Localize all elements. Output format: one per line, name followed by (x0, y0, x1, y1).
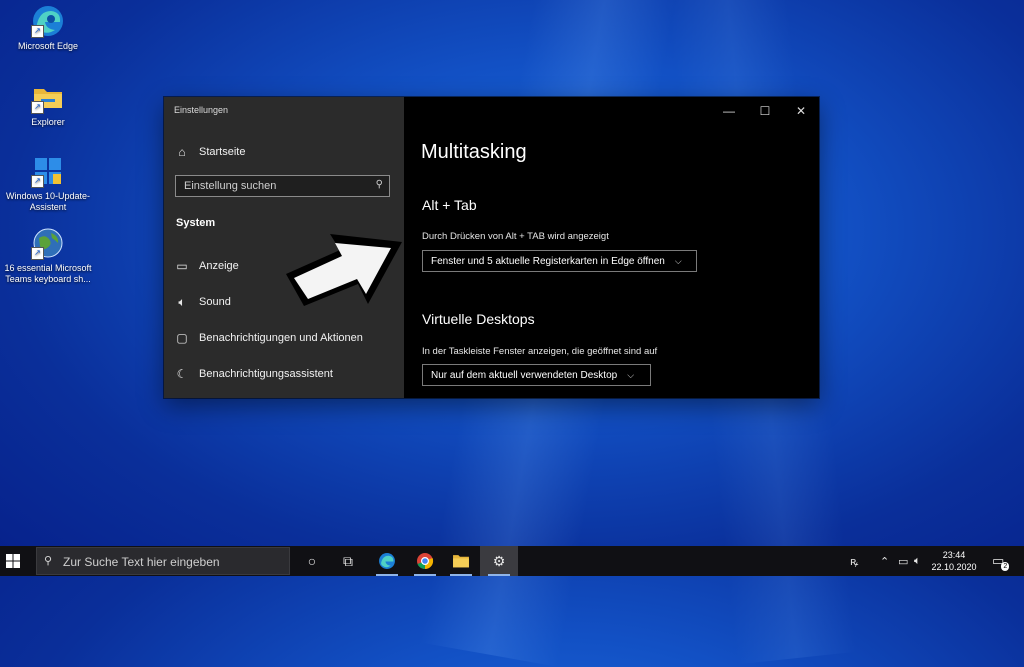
taskbar-edge-button[interactable] (368, 546, 406, 576)
notification-icon: ▢ (176, 331, 188, 345)
desktop-icon-label: 16 essential Microsoft Teams keyboard sh… (4, 263, 92, 284)
settings-content: — ☐ ✕ Multitasking Alt + Tab Durch Drück… (404, 97, 819, 398)
maximize-button[interactable]: ☐ (748, 101, 782, 121)
settings-window: Einstellungen ⌂ Startseite ⚲ System ▭ An… (164, 97, 819, 398)
virtual-desktops-dropdown[interactable]: Nur auf dem aktuell verwendeten Desktop … (422, 364, 651, 386)
edge-icon: ↗ (31, 4, 65, 38)
search-icon: ⚲ (375, 179, 383, 190)
maximize-icon: ☐ (759, 104, 771, 118)
notification-count-badge: 2 (1001, 562, 1010, 571)
taskbar: ⚲ ○ ⧉ ⚙ ꝶ ⌃ ▭ 🔈︎ 23:44 22.10.2020 ▭2 (0, 546, 1024, 576)
desktop-icon-label: Windows 10-Update-Assistent (5, 191, 91, 212)
taskbar-chrome-button[interactable] (406, 546, 444, 576)
speaker-icon: 🔈︎ (914, 554, 921, 567)
clock-date: 22.10.2020 (931, 562, 977, 572)
minimize-button[interactable]: — (712, 101, 746, 121)
cortana-button[interactable]: ○ (293, 546, 331, 576)
desktop-icon-teams-link[interactable]: ↗ 16 essential Microsoft Teams keyboard … (0, 226, 96, 285)
alt-tab-description: Durch Drücken von Alt + TAB wird angezei… (422, 231, 609, 242)
page-title: Multitasking (421, 141, 527, 163)
folder-icon: ↗ (31, 80, 65, 114)
volume-button[interactable]: 🔈︎ (914, 546, 921, 576)
clock[interactable]: 23:44 22.10.2020 (924, 549, 984, 573)
windows-update-icon: ↗ (31, 154, 65, 188)
virtual-desktops-heading: Virtuelle Desktops (422, 311, 535, 327)
pointer-arrow-icon (286, 234, 402, 306)
sidebar-item-anzeige[interactable]: ▭ Anzeige (174, 255, 239, 277)
taskbar-explorer-button[interactable] (442, 546, 480, 576)
desktop-icon-explorer[interactable]: ↗ Explorer (0, 80, 96, 128)
sidebar-item-label: Anzeige (199, 260, 239, 272)
action-center-button[interactable]: ▭ 2 (992, 546, 1010, 576)
nav-home[interactable]: ⌂ Startseite (174, 141, 245, 163)
sidebar-item-notifications[interactable]: ▢ Benachrichtigungen und Aktionen (174, 327, 363, 349)
globe-icon: ↗ (31, 226, 65, 260)
alt-tab-dropdown[interactable]: Fenster und 5 aktuelle Registerkarten in… (422, 250, 697, 272)
gear-icon: ⚙ (492, 552, 506, 569)
virtual-desktops-description: In der Taskleiste Fenster anzeigen, die … (422, 346, 658, 357)
chevron-up-icon: ⌃ (880, 555, 890, 568)
close-icon: ✕ (795, 104, 807, 118)
speaker-icon: 🔈︎ (178, 294, 186, 309)
settings-search-box[interactable]: ⚲ (175, 175, 390, 197)
network-icon: ▭ (898, 555, 909, 568)
section-label: System (176, 217, 216, 229)
home-icon: ⌂ (178, 145, 186, 159)
close-button[interactable]: ✕ (784, 101, 818, 121)
sidebar-item-label: Benachrichtigungsassistent (199, 368, 333, 380)
people-button[interactable]: ꝶ (850, 546, 858, 576)
start-button[interactable] (6, 554, 20, 568)
chrome-icon (417, 553, 434, 570)
folder-icon (453, 555, 469, 568)
search-icon: ⚲ (44, 555, 53, 567)
window-title: Einstellungen (174, 105, 229, 115)
virtual-desktops-dropdown-value: Nur auf dem aktuell verwendeten Desktop (431, 369, 618, 381)
display-icon: ▭ (176, 259, 188, 273)
taskbar-search-input[interactable] (61, 552, 287, 572)
taskbar-search-box[interactable]: ⚲ (36, 547, 290, 575)
cortana-icon: ○ (307, 553, 317, 569)
nav-home-label: Startseite (199, 146, 246, 158)
taskbar-settings-button[interactable]: ⚙ (480, 546, 518, 576)
task-view-icon: ⧉ (343, 552, 353, 569)
sidebar-item-sound[interactable]: 🔈︎ Sound (174, 291, 231, 313)
notification-icon: ▭ 2 (992, 553, 1010, 571)
edge-icon (379, 553, 395, 569)
alt-tab-dropdown-value: Fenster und 5 aktuelle Registerkarten in… (431, 255, 665, 267)
sidebar-item-focus-assist[interactable]: ☾ Benachrichtigungsassistent (174, 363, 333, 385)
desktop-icon-label: Explorer (31, 117, 65, 127)
chevron-down-icon: ⌵ (674, 255, 682, 266)
sidebar-item-label: Benachrichtigungen und Aktionen (199, 332, 363, 344)
minimize-icon: — (723, 104, 735, 118)
settings-search-input[interactable] (176, 176, 374, 196)
network-button[interactable]: ▭ (898, 546, 908, 576)
moon-icon: ☾ (176, 367, 188, 381)
desktop-icon-edge[interactable]: ↗ Microsoft Edge (0, 4, 96, 52)
alt-tab-heading: Alt + Tab (422, 197, 477, 213)
desktop-icon-label: Microsoft Edge (17, 41, 79, 51)
clock-time: 23:44 (942, 550, 966, 560)
sidebar-item-label: Sound (199, 296, 231, 308)
task-view-button[interactable]: ⧉ (329, 546, 367, 576)
desktop-icon-update-assistant[interactable]: ↗ Windows 10-Update-Assistent (0, 154, 96, 213)
chevron-down-icon: ⌵ (627, 369, 635, 380)
tray-overflow-button[interactable]: ⌃ (880, 546, 889, 576)
people-icon: ꝶ (850, 555, 859, 568)
